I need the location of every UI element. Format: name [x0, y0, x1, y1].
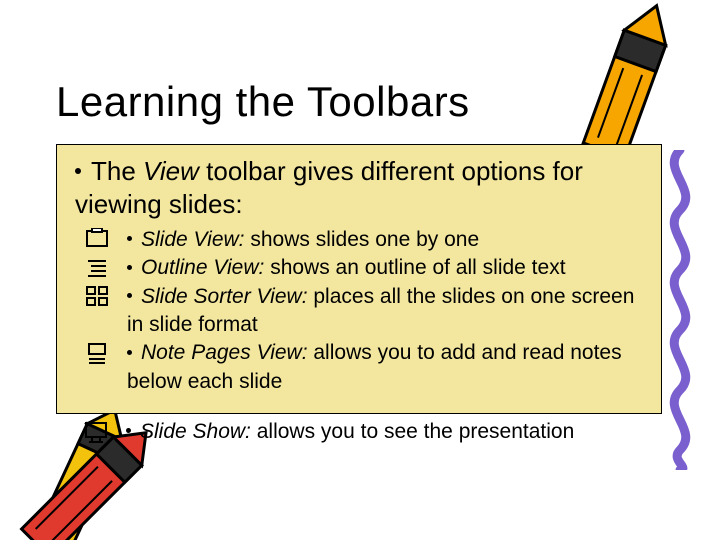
list-item: Slide Sorter View: places all the slides…	[127, 283, 647, 340]
list-item: Slide View: shows slides one by one	[127, 226, 647, 254]
bullet-icon	[127, 236, 132, 241]
item-name: Slide View:	[141, 228, 245, 251]
item-name: Outline View:	[141, 256, 264, 279]
item-name: Slide Show:	[140, 420, 251, 443]
lead-pre: The	[91, 156, 143, 186]
bullet-icon	[127, 350, 132, 355]
slide: Learning the Toolbars The View toolbar g…	[0, 0, 720, 540]
item-name: Note Pages View:	[141, 341, 308, 364]
slide-title: Learning the Toolbars	[56, 78, 470, 126]
lead-italic: View	[143, 156, 199, 186]
outline-view-icon	[83, 256, 111, 280]
item-desc: allows you to see the presentation	[251, 420, 574, 443]
list-item: Note Pages View: allows you to add and r…	[127, 339, 647, 396]
list-item: Outline View: shows an outline of all sl…	[127, 254, 647, 282]
bullet-icon	[75, 168, 81, 174]
bullet-icon	[127, 265, 132, 270]
sub-list: Slide View: shows slides one by one Outl…	[75, 226, 647, 396]
item-desc: shows slides one by one	[245, 228, 480, 251]
note-pages-icon	[83, 342, 111, 366]
content-panel: The View toolbar gives different options…	[56, 144, 662, 414]
slide-sorter-icon	[83, 284, 111, 308]
item-desc: shows an outline of all slide text	[264, 256, 565, 279]
lead-text: The View toolbar gives different options…	[75, 155, 647, 220]
bullet-icon	[126, 428, 131, 433]
slide-view-icon	[83, 228, 111, 252]
list-item: Slide Show: allows you to see the presen…	[56, 420, 662, 444]
item-name: Slide Sorter View:	[141, 285, 308, 308]
bullet-icon	[127, 293, 132, 298]
